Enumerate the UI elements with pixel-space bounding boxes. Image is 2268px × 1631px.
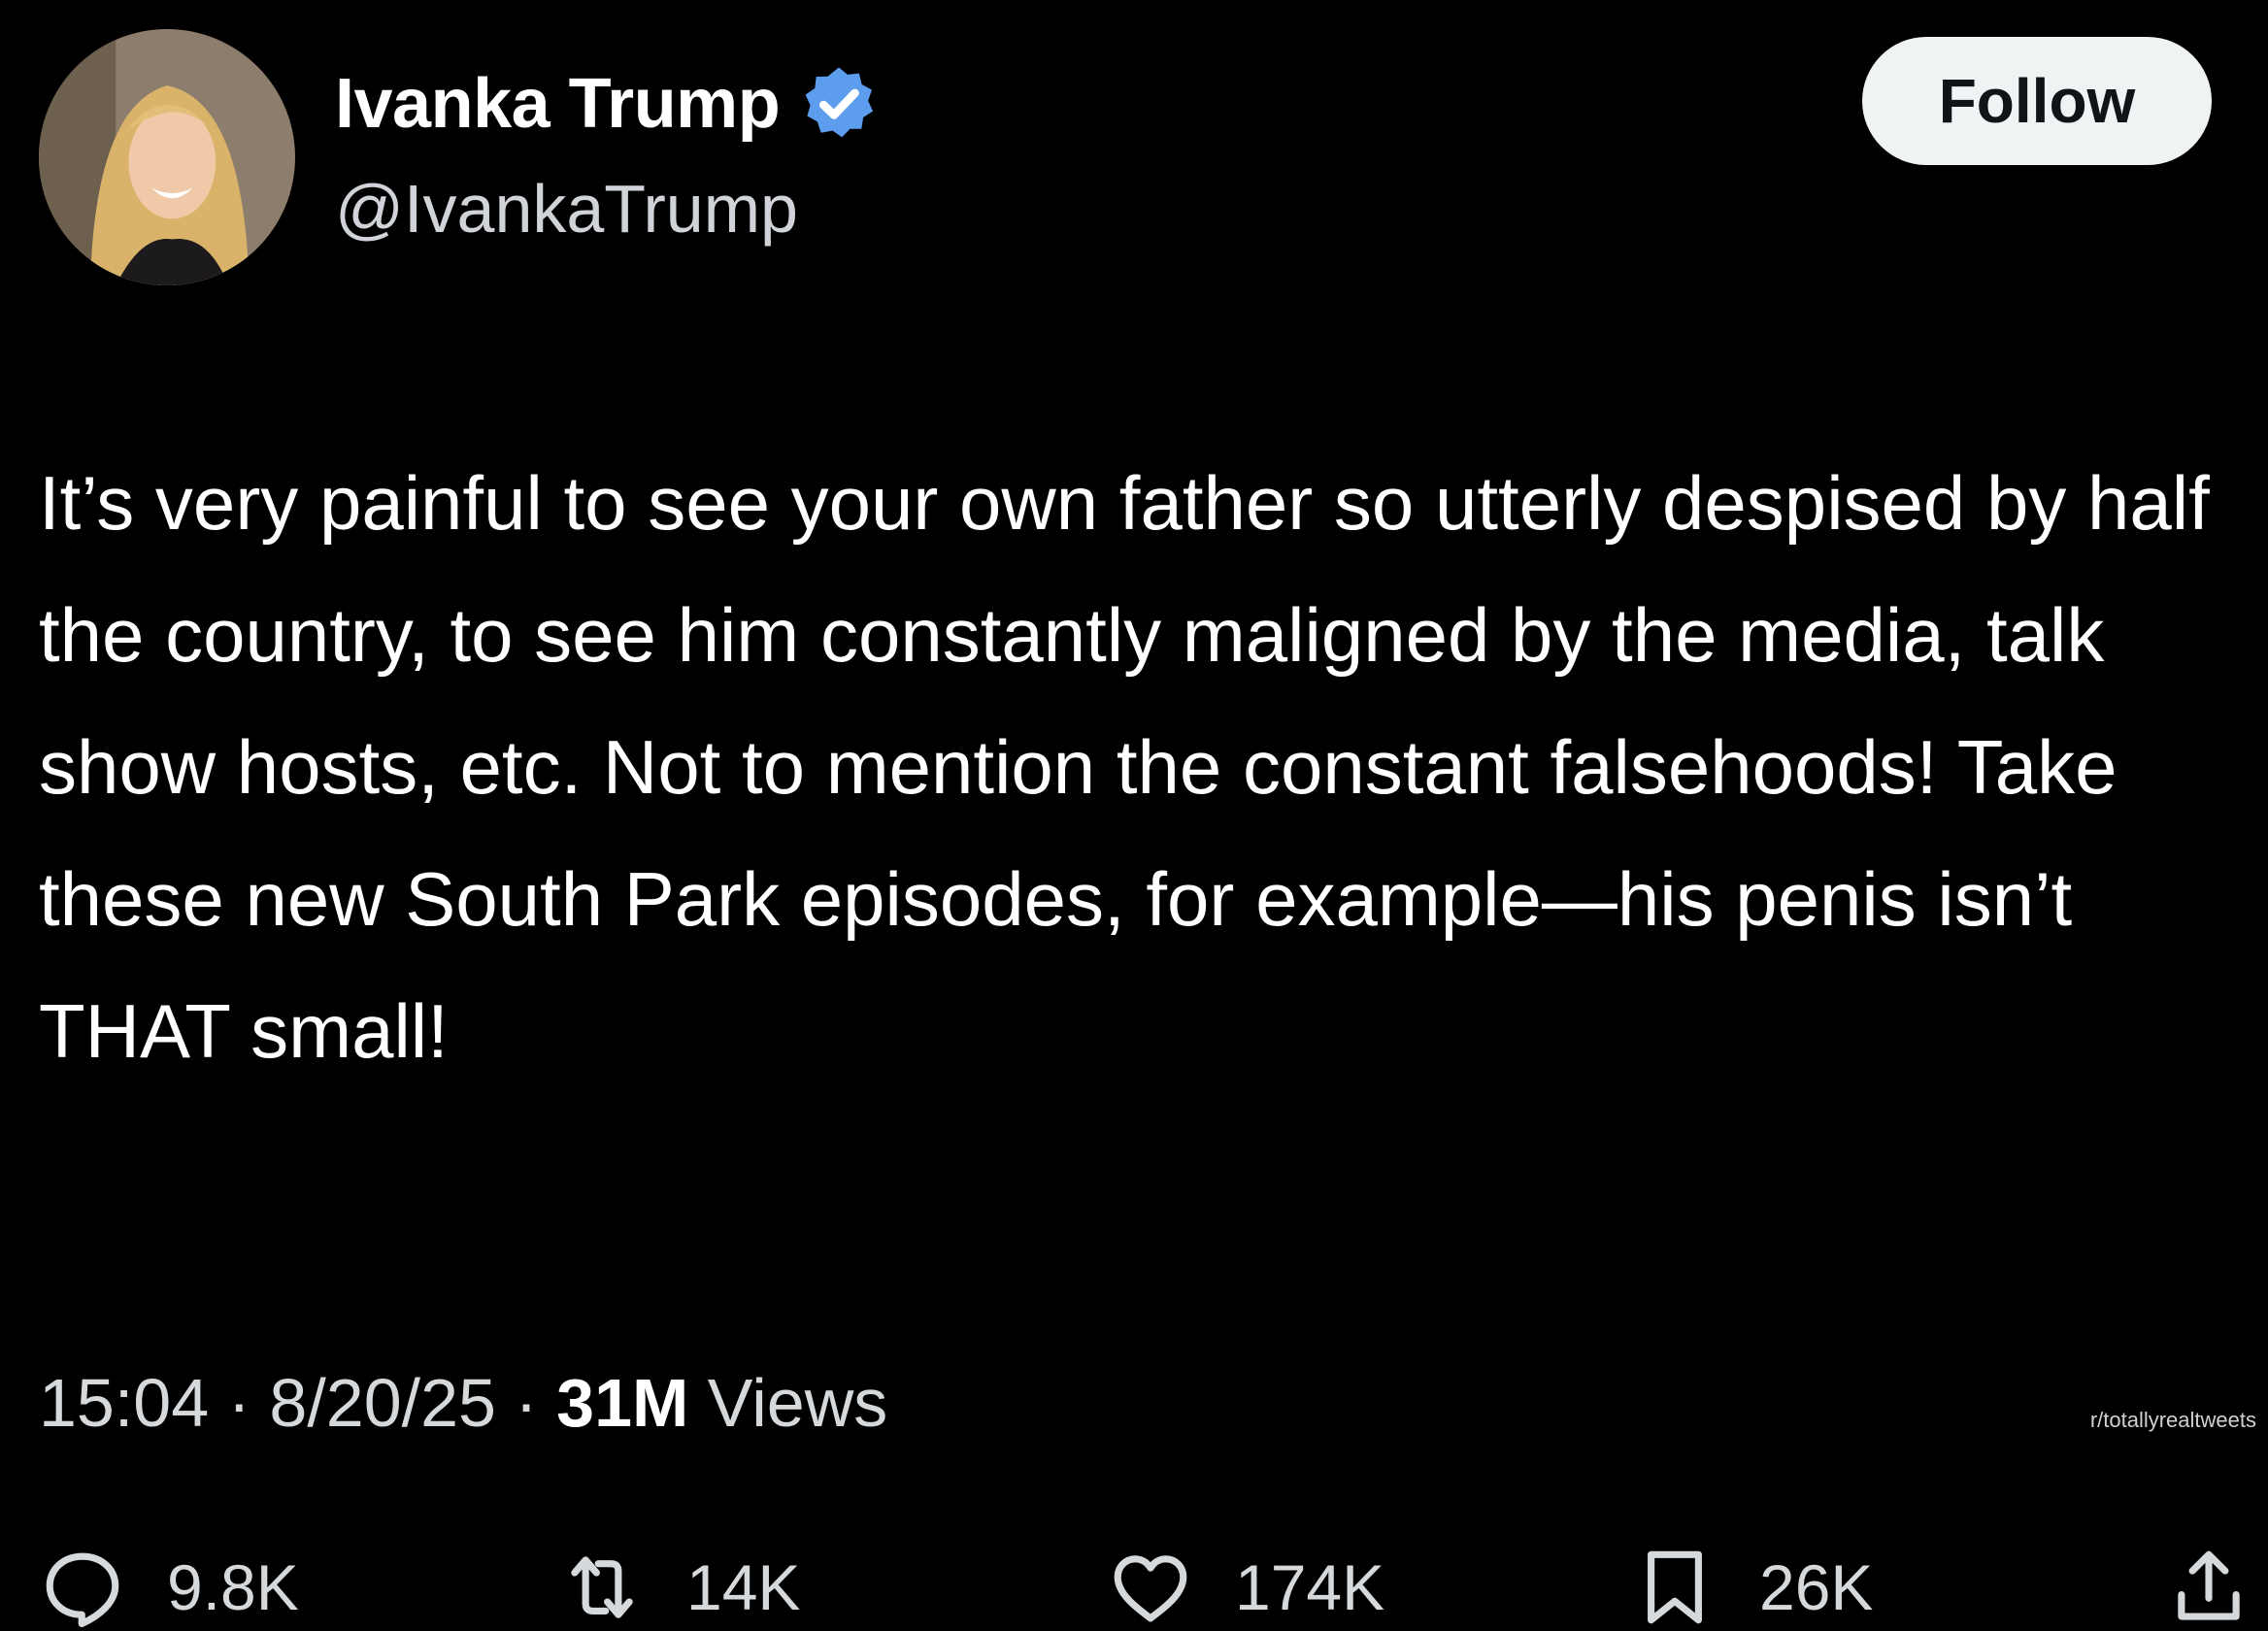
tweet-meta: 15:04 · 8/20/25 · 31M Views — [39, 1364, 887, 1442]
like-count: 174K — [1235, 1551, 1385, 1623]
reply-count: 9.8K — [167, 1551, 299, 1623]
author-name-row: Ivanka Trump — [335, 60, 881, 148]
bookmark-button[interactable]: 26K — [1631, 1544, 1873, 1631]
bookmark-icon — [1648, 1550, 1702, 1624]
heart-icon — [1114, 1555, 1187, 1622]
views-label: Views — [707, 1365, 888, 1441]
watermark: r/totallyrealtweets — [2089, 1408, 2256, 1432]
repost-icon — [571, 1556, 633, 1618]
reply-icon — [46, 1552, 119, 1628]
tweet-text: It’s very painful to see your own father… — [39, 460, 2210, 1074]
avatar[interactable] — [39, 29, 295, 285]
author-display-name[interactable]: Ivanka Trump — [335, 64, 781, 144]
tweet-time[interactable]: 15:04 — [39, 1365, 209, 1441]
tweet-date[interactable]: 8/20/25 — [269, 1365, 496, 1441]
like-button[interactable]: 174K — [1107, 1544, 1384, 1631]
verified-badge-icon — [797, 62, 881, 146]
bookmark-count: 26K — [1759, 1551, 1874, 1623]
action-bar: 9.8K 14K 174K 26K — [0, 1544, 2268, 1631]
author-handle[interactable]: @IvankaTrump — [335, 170, 798, 248]
follow-button[interactable]: Follow — [1862, 37, 2212, 165]
repost-button[interactable]: 14K — [558, 1544, 800, 1631]
share-icon — [2178, 1550, 2240, 1620]
views-count: 31M — [556, 1365, 689, 1441]
avatar-image — [39, 29, 295, 285]
meta-separator: · — [495, 1365, 557, 1441]
reply-button[interactable]: 9.8K — [39, 1544, 299, 1631]
meta-separator: · — [209, 1365, 270, 1441]
share-button[interactable] — [2165, 1544, 2252, 1631]
repost-count: 14K — [686, 1551, 801, 1623]
